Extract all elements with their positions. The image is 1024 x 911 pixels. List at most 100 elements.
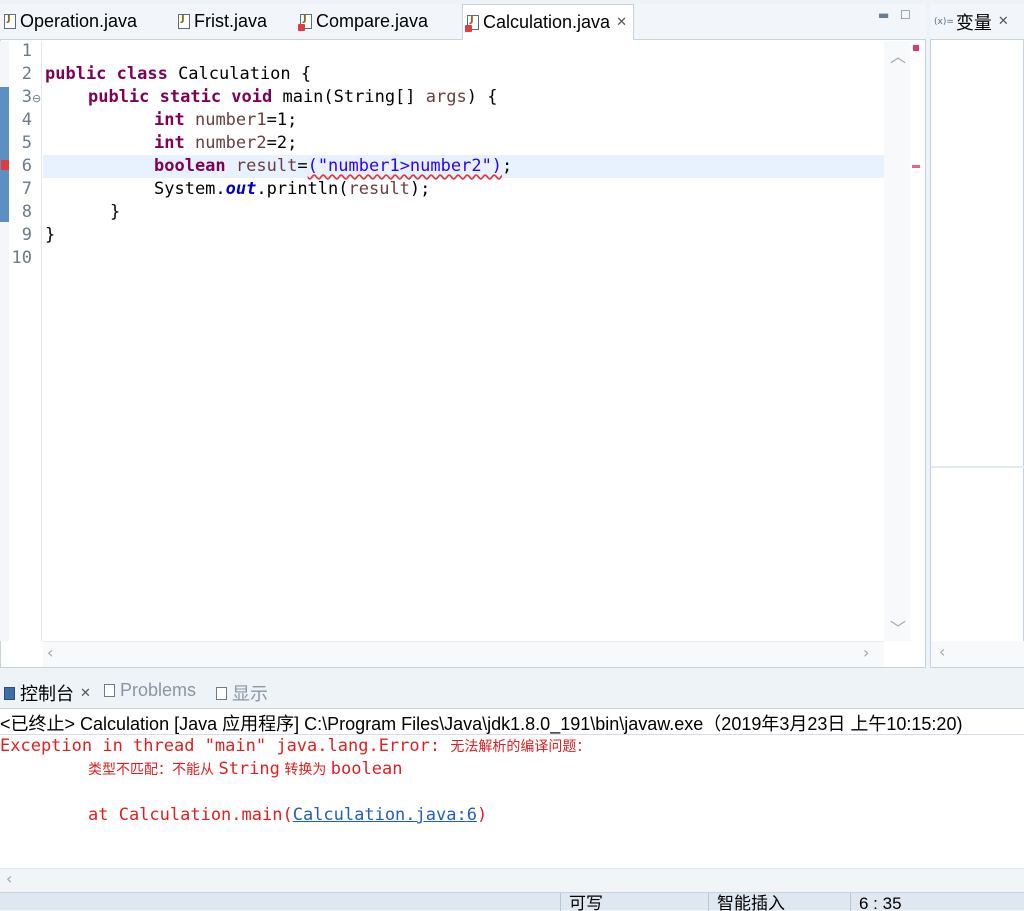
scroll-left-icon[interactable]: ‹ [47, 643, 53, 662]
code-line-3[interactable]: public static void main(String[] args) { [88, 87, 497, 107]
error-type: String [218, 759, 280, 779]
java-file-icon [4, 13, 16, 29]
code-text: System. [154, 179, 226, 199]
problems-icon [104, 684, 115, 697]
java-file-error-icon [298, 13, 312, 31]
variables-tab[interactable]: (x)= 变量 ✕ [930, 4, 1024, 40]
line-number: 4 [21, 110, 32, 130]
tab-label: 控制台 [20, 684, 74, 704]
variable: number2 [194, 133, 267, 153]
console-horizontal-scrollbar[interactable]: ‹ [0, 868, 1024, 892]
error-marker-icon[interactable] [1, 160, 9, 170]
line-number: 5 [21, 133, 32, 153]
variables-horizontal-scrollbar[interactable]: ‹ [931, 641, 1024, 667]
code-text: .println( [256, 179, 349, 199]
line-number-gutter [10, 41, 42, 641]
error-summary-marker[interactable] [913, 45, 919, 51]
console-output-line[interactable]: 类型不匹配：不能从 String 转换为 boolean [88, 759, 402, 779]
close-icon[interactable]: ✕ [998, 14, 1009, 29]
editor-tab-bar: Operation.java Frist.java Compare.java C… [0, 4, 926, 40]
minimize-icon[interactable]: ▬ [878, 8, 889, 22]
vertical-scrollbar[interactable]: ︿ ﹀ [884, 41, 910, 641]
tab-operation-java[interactable]: Operation.java [4, 4, 137, 39]
code-line-2[interactable]: public class Calculation { [45, 64, 311, 84]
console-tab-bar: 控制台 ✕ Problems 显示 [0, 676, 1024, 708]
line-number: 2 [21, 64, 32, 84]
static-field: out [225, 179, 257, 199]
variables-view [930, 4, 1024, 668]
maximize-icon[interactable]: ☐ [900, 8, 911, 22]
java-file-error-icon [465, 14, 479, 32]
code-line-6[interactable]: boolean result=("number1>number2"); [154, 156, 512, 176]
line-number: 10 [11, 248, 32, 268]
code-text: Calculation { [167, 64, 312, 84]
variable: args [425, 87, 467, 107]
line-number: 9 [21, 225, 32, 245]
console-output-line[interactable]: Exception in thread "main" java.lang.Err… [0, 736, 590, 756]
code-text: ); [409, 179, 431, 199]
code-line-8[interactable]: } [110, 202, 120, 222]
console-output-line[interactable]: at Calculation.main(Calculation.java:6) [88, 805, 487, 825]
line-number: 1 [21, 41, 32, 61]
exception-message: 无法解析的编译问题： [450, 739, 591, 755]
stack-frame-text: at Calculation.main( [88, 805, 293, 825]
code-line-4[interactable]: int number1=1; [154, 110, 297, 130]
tab-label: Operation.java [20, 11, 138, 31]
keyword: int [154, 133, 185, 153]
console-icon [4, 686, 15, 700]
tab-label: Compare.java [316, 11, 429, 31]
horizontal-scrollbar[interactable]: ‹ › [43, 641, 884, 667]
scroll-down-icon[interactable]: ﹀ [890, 615, 906, 639]
code-line-9[interactable]: } [45, 225, 55, 245]
tab-label: Frist.java [194, 11, 268, 31]
scroll-left-icon[interactable]: ‹ [939, 642, 945, 661]
code-line-5[interactable]: int number2=2; [154, 133, 297, 153]
close-icon[interactable]: ✕ [616, 15, 627, 30]
fold-collapse-icon[interactable]: ⊖ [32, 92, 41, 105]
java-file-icon [178, 13, 190, 29]
status-insert-mode[interactable]: 智能插入 [708, 893, 850, 911]
keyword: int [154, 110, 185, 130]
console-process-header: <已终止> Calculation [Java 应用程序] C:\Program… [0, 710, 1024, 735]
scroll-right-icon[interactable]: › [863, 643, 869, 662]
keyword: public class [45, 64, 168, 84]
tab-label: Calculation.java [483, 12, 611, 32]
keyword: boolean [154, 156, 226, 176]
code-text: main(String[] [272, 87, 426, 107]
stack-trace-link[interactable]: Calculation.java:6 [293, 805, 477, 825]
error-line-marker[interactable] [912, 165, 920, 168]
overview-ruler[interactable] [910, 41, 924, 641]
variable: result [348, 179, 410, 199]
variables-divider[interactable] [931, 466, 1024, 468]
tab-console[interactable]: 控制台 ✕ [4, 680, 91, 706]
variable: result [235, 156, 298, 176]
code-text: ; [502, 156, 513, 176]
tab-compare-java[interactable]: Compare.java [298, 4, 429, 39]
variable: number1 [194, 110, 267, 130]
scroll-up-icon[interactable]: ︿ [890, 43, 906, 67]
change-indicator [0, 87, 9, 222]
tab-display[interactable]: 显示 [216, 680, 268, 706]
error-type: boolean [330, 759, 403, 779]
status-cursor-position: 6 : 35 [850, 893, 1024, 911]
tab-label: Problems [120, 680, 197, 700]
code-line-7[interactable]: System.out.println(result); [154, 179, 430, 199]
line-number: 7 [21, 179, 32, 199]
line-number: 3 [21, 87, 32, 107]
line-number: 6 [21, 156, 32, 176]
scroll-left-icon[interactable]: ‹ [6, 869, 12, 888]
tab-calculation-java[interactable]: Calculation.java ✕ [462, 4, 634, 40]
tab-problems[interactable]: Problems [104, 680, 196, 701]
tab-frist-java[interactable]: Frist.java [178, 4, 267, 39]
tab-label: 显示 [232, 684, 268, 704]
close-icon[interactable]: ✕ [80, 686, 91, 701]
code-text: =1; [266, 110, 298, 130]
display-icon [216, 686, 227, 700]
status-bar: 可写 智能插入 6 : 35 [0, 892, 1024, 911]
code-text: ) { [466, 87, 498, 107]
error-expression[interactable]: ("number1>number2") [308, 156, 502, 176]
status-writable: 可写 [560, 893, 708, 911]
line-number: 8 [21, 202, 32, 222]
code-text: = [297, 156, 308, 176]
stack-frame-text: ) [476, 805, 488, 825]
